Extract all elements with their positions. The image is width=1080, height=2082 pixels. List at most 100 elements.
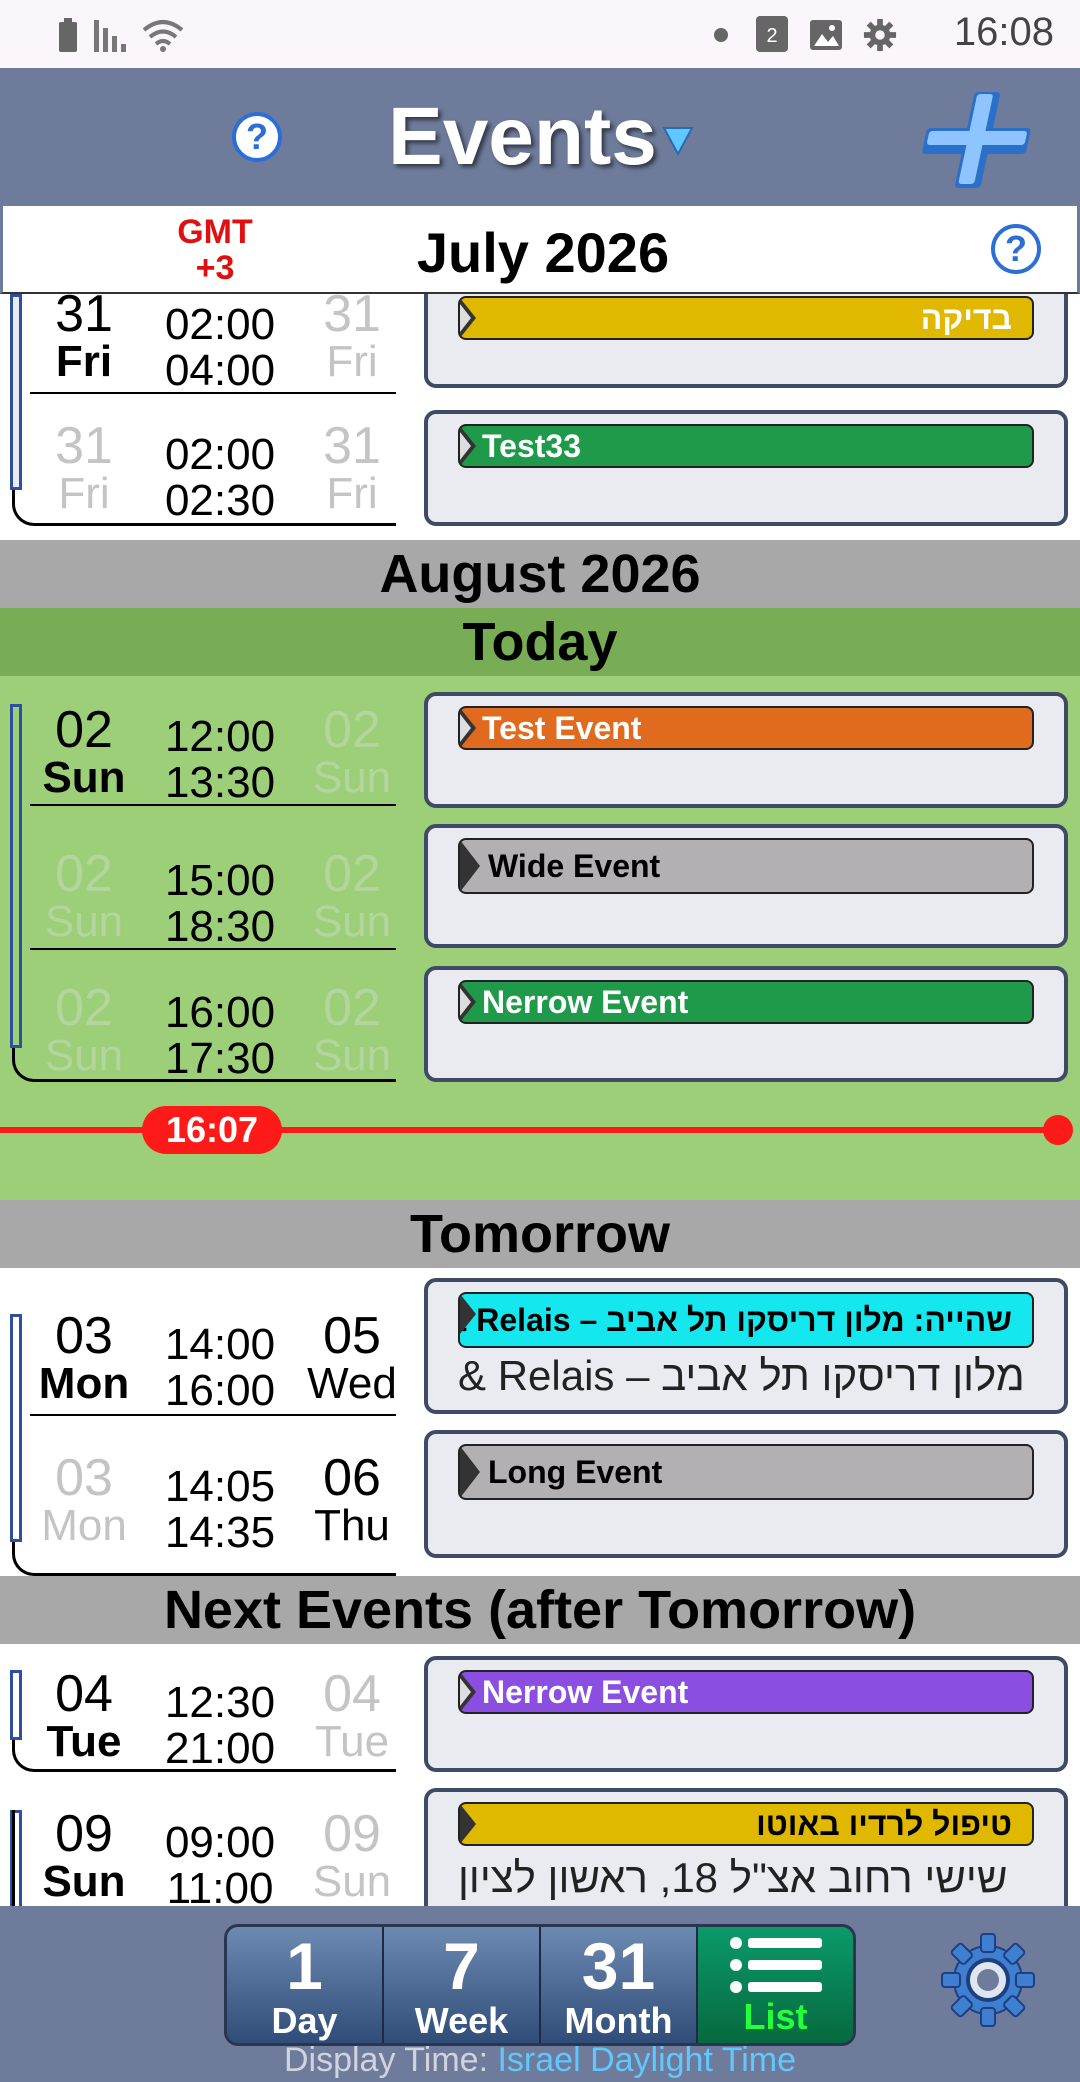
end-date: 09 Sun: [302, 1808, 402, 1906]
event-card[interactable]: Long Event: [424, 1430, 1068, 1558]
start-weekday: Tue: [46, 1717, 122, 1766]
end-weekday: Sun: [312, 753, 392, 802]
start-time: 02:00: [164, 300, 276, 349]
day-bracket-bar: [10, 1314, 22, 1542]
event-pill[interactable]: Test33: [458, 424, 1034, 468]
start-time: 15:00: [164, 856, 276, 905]
end-time: 18:30: [164, 902, 276, 951]
time-range: 15:00 18:30: [150, 858, 290, 950]
event-location: שישי רחוב אצ"ל 18, ראשון לציון: [458, 1854, 1008, 1901]
start-weekday: Fri: [55, 337, 113, 386]
tab-week[interactable]: 7 Week: [384, 1927, 541, 2043]
event-card[interactable]: Test33: [424, 410, 1068, 526]
event-card[interactable]: טיפול לרדיו באוטו שישי רחוב אצ"ל 18, ראש…: [424, 1788, 1068, 1906]
section-today: Today: [0, 608, 1080, 676]
tab-label: List: [743, 1996, 808, 2037]
day-bracket: [12, 1810, 15, 1906]
triangle-down-icon[interactable]: [662, 126, 694, 156]
start-time: 14:00: [164, 1320, 276, 1369]
end-day: 06: [323, 1449, 381, 1507]
start-weekday: Fri: [58, 469, 110, 518]
view-tabs: 1 Day 7 Week 31 Month List: [224, 1924, 856, 2046]
end-date: 02 Sun: [302, 848, 402, 946]
time-range: 12:30 21:00: [150, 1680, 290, 1772]
event-pill[interactable]: Nerrow Event: [458, 1670, 1034, 1714]
tab-label: Day: [271, 2000, 338, 2041]
event-title: בדיקה: [920, 300, 1012, 336]
event-pill[interactable]: Long Event: [458, 1444, 1034, 1500]
end-date: 04 Tue: [302, 1668, 402, 1766]
tab-month[interactable]: 31 Month: [541, 1927, 698, 2043]
event-card[interactable]: Wide Event: [424, 824, 1068, 948]
tab-list[interactable]: List: [698, 1927, 853, 2043]
end-weekday: Sun: [312, 897, 392, 946]
signal-icon: [94, 20, 126, 52]
status-bar: 2 16:08: [0, 0, 1080, 68]
app-header: ? Events: [0, 68, 1080, 206]
event-title: Wide Event: [488, 848, 661, 884]
event-list[interactable]: 31 Fri 02:00 04:00 31 Fri בדיקה 31 Fri 02:00…: [0, 294, 1080, 1906]
event-pill[interactable]: Wide Event: [458, 838, 1034, 894]
bottom-bar: 1 Day 7 Week 31 Month List Display Time:…: [0, 1906, 1080, 2082]
plus-icon[interactable]: [918, 86, 1038, 196]
row-divider: [30, 804, 396, 806]
event-pill[interactable]: שהייה: מלון דריסקו תל אביב – Relais &: [458, 1292, 1034, 1348]
tab-label: Month: [564, 2000, 673, 2041]
start-date: 03 Mon: [34, 1452, 134, 1550]
start-day: 31: [55, 417, 113, 475]
status-clock: 16:08: [953, 10, 1054, 54]
end-day: 31: [323, 294, 381, 343]
section-tomorrow: Tomorrow: [0, 1200, 1080, 1268]
event-card[interactable]: Test Event: [424, 692, 1068, 808]
end-time: 11:00: [166, 1864, 274, 1907]
time-range: 12:00 13:30: [150, 714, 290, 806]
event-title: Nerrow Event: [482, 1674, 689, 1710]
end-time: 02:30: [164, 476, 276, 525]
event-card[interactable]: Nerrow Event: [424, 966, 1068, 1082]
tab-day[interactable]: 1 Day: [227, 1927, 384, 2043]
event-pill[interactable]: בדיקה: [458, 296, 1034, 340]
time-range: 14:05 14:35: [150, 1464, 290, 1556]
end-time: 04:00: [164, 346, 276, 395]
list-icon: [729, 1937, 822, 1993]
image-icon: [810, 20, 842, 50]
gear-icon[interactable]: [938, 1930, 1038, 2030]
display-time[interactable]: Display Time: Israel Daylight Time: [0, 2041, 1080, 2080]
event-title: טיפול לרדיו באוטו: [756, 1806, 1012, 1842]
time-range: 16:00 17:30: [150, 990, 290, 1082]
event-pill[interactable]: Nerrow Event: [458, 980, 1034, 1024]
start-date: 02 Sun: [34, 982, 134, 1080]
end-weekday: Sun: [312, 1857, 392, 1906]
event-card[interactable]: בדיקה: [424, 294, 1068, 388]
end-date: 05 Wed: [302, 1310, 402, 1408]
end-weekday: Wed: [307, 1359, 397, 1408]
month-help-button[interactable]: ?: [991, 224, 1041, 274]
event-location: מלון דריסקו תל אביב – Relais &: [458, 1352, 1025, 1399]
start-day: 31: [55, 294, 113, 343]
wifi-icon: [142, 20, 184, 52]
help-glyph: ?: [1005, 228, 1027, 269]
event-pill[interactable]: טיפול לרדיו באוטו: [458, 1802, 1034, 1846]
event-title: Long Event: [488, 1454, 663, 1490]
start-date: 09 Sun: [34, 1805, 134, 1906]
end-date: 31 Fri: [302, 294, 402, 386]
start-time: 09:00: [164, 1818, 276, 1867]
start-day: 04: [55, 1665, 113, 1723]
time-range: 02:00 02:30: [150, 432, 290, 524]
start-day: 03: [55, 1307, 113, 1365]
end-weekday: Tue: [314, 1717, 390, 1766]
start-time: 12:30: [164, 1678, 276, 1727]
section-august: August 2026: [0, 540, 1080, 608]
end-day: 02: [323, 701, 381, 759]
event-title: Test33: [482, 428, 582, 464]
battery-icon: [59, 18, 77, 52]
event-pill[interactable]: Test Event: [458, 706, 1034, 750]
start-day: 09: [55, 1805, 113, 1863]
header-help-button[interactable]: ?: [232, 112, 282, 162]
event-card[interactable]: Nerrow Event: [424, 1656, 1068, 1772]
view-title[interactable]: Events: [388, 90, 657, 184]
event-card[interactable]: שהייה: מלון דריסקו תל אביב – Relais & מל…: [424, 1278, 1068, 1414]
time-range: 02:00 04:00: [150, 302, 290, 394]
tab-number: 7: [443, 1929, 480, 2003]
current-time-dot: [1043, 1115, 1073, 1145]
